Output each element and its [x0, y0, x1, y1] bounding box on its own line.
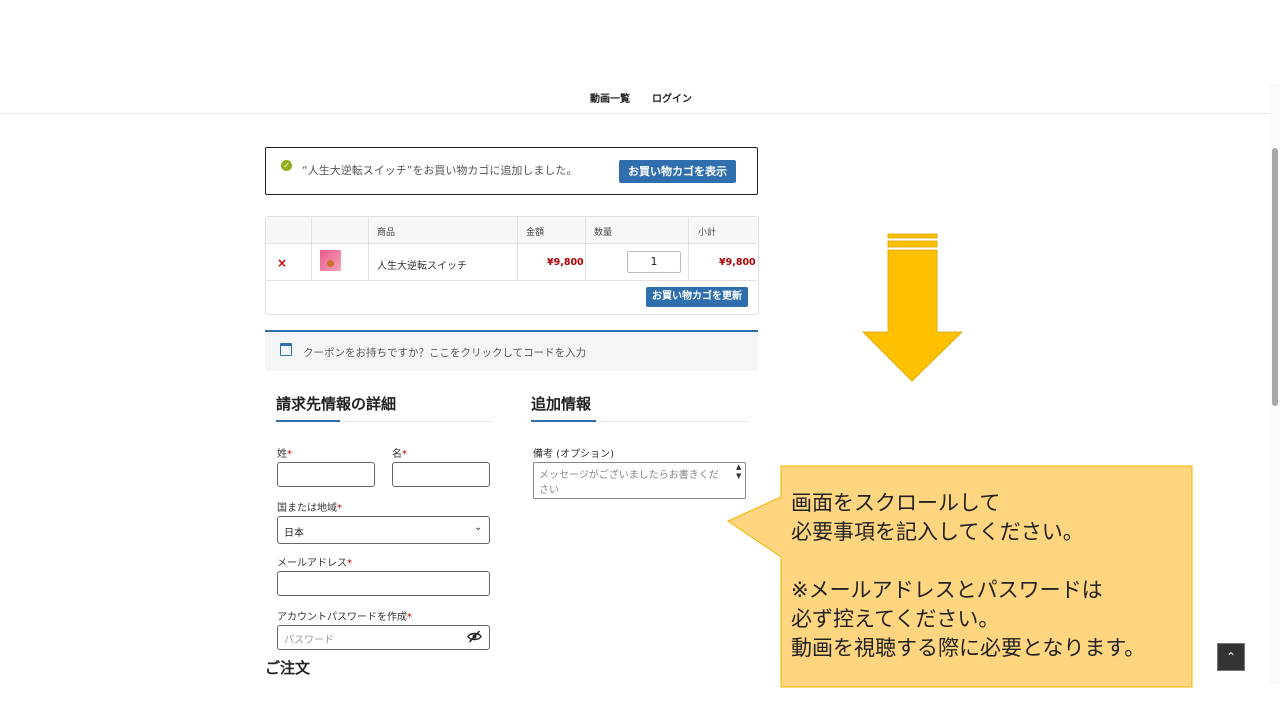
notice-message: “人生大逆転スイッチ”をお買い物カゴに追加しました。	[302, 164, 578, 177]
additional-title: 追加情報	[531, 395, 592, 413]
column-divider	[688, 217, 689, 280]
update-cart-button[interactable]: お買い物カゴを更新	[646, 287, 748, 307]
eye-slash-icon[interactable]	[467, 630, 482, 643]
order-title: ご注文	[265, 659, 311, 677]
first-name-input[interactable]	[392, 462, 490, 487]
column-divider	[517, 217, 518, 280]
required-mark: *	[337, 503, 342, 514]
country-select[interactable]	[277, 516, 490, 544]
scrollbar-thumb[interactable]	[1272, 148, 1278, 406]
header-product: 商品	[377, 228, 396, 238]
country-label: 国または地域*	[277, 499, 342, 514]
notes-placeholder: メッセージがございましたらお書きください	[539, 470, 719, 496]
product-price: ¥9,800	[547, 257, 584, 268]
last-name-label: 姓*	[277, 445, 292, 460]
row-divider	[266, 280, 757, 281]
required-mark: *	[347, 558, 352, 569]
callout-text: 画面をスクロールして 必要事項を記入してください。 ※メールアドレスとパスワード…	[791, 491, 1146, 660]
cart-table-header	[266, 217, 757, 244]
coupon-icon	[280, 343, 292, 356]
country-value: 日本	[284, 528, 304, 539]
billing-title: 請求先情報の詳細	[276, 395, 397, 413]
section-accent	[531, 420, 596, 422]
required-mark: *	[287, 449, 292, 460]
first-name-label: 名*	[392, 445, 407, 460]
notes-label: 備考 (オプション)	[533, 449, 614, 460]
check-circle-icon: ✓	[281, 160, 292, 171]
site-header	[0, 0, 1270, 114]
password-label-text: アカウントパスワードを作成	[277, 612, 407, 623]
nav-video-list[interactable]: 動画一覧	[590, 90, 630, 105]
header-subtotal: 小計	[698, 228, 717, 238]
header-price: 金額	[526, 228, 545, 238]
down-arrow-icon	[862, 233, 963, 382]
last-name-input[interactable]	[277, 462, 375, 487]
coupon-link[interactable]: クーポンをお持ちですか？ここをクリックしてコードを入力	[303, 345, 586, 360]
product-name[interactable]: 人生大逆転スイッチ	[377, 257, 467, 272]
column-divider	[368, 217, 369, 280]
quantity-input[interactable]: 1	[627, 251, 681, 273]
required-mark: *	[407, 612, 412, 623]
column-divider	[585, 217, 586, 280]
email-label-text: メールアドレス	[277, 558, 347, 569]
section-accent	[276, 420, 340, 422]
product-thumbnail[interactable]	[320, 250, 341, 271]
header-quantity: 数量	[594, 228, 613, 238]
email-label: メールアドレス*	[277, 554, 352, 569]
password-label: アカウントパスワードを作成*	[277, 608, 412, 623]
column-divider	[311, 217, 312, 280]
chevron-up-icon[interactable]: ⌃	[1217, 643, 1245, 671]
nav-login[interactable]: ログイン	[652, 90, 692, 105]
first-name-label-text: 名	[392, 449, 402, 460]
chevron-down-icon: ⌄	[474, 522, 483, 533]
last-name-label-text: 姓	[277, 449, 287, 460]
remove-item-icon[interactable]: ×	[277, 256, 287, 270]
view-cart-button[interactable]: お買い物カゴを表示	[619, 160, 736, 183]
product-subtotal: ¥9,800	[719, 257, 756, 268]
required-mark: *	[402, 449, 407, 460]
country-label-text: 国または地域	[277, 503, 337, 514]
password-placeholder: パスワード	[284, 635, 334, 646]
email-input[interactable]	[277, 571, 490, 596]
